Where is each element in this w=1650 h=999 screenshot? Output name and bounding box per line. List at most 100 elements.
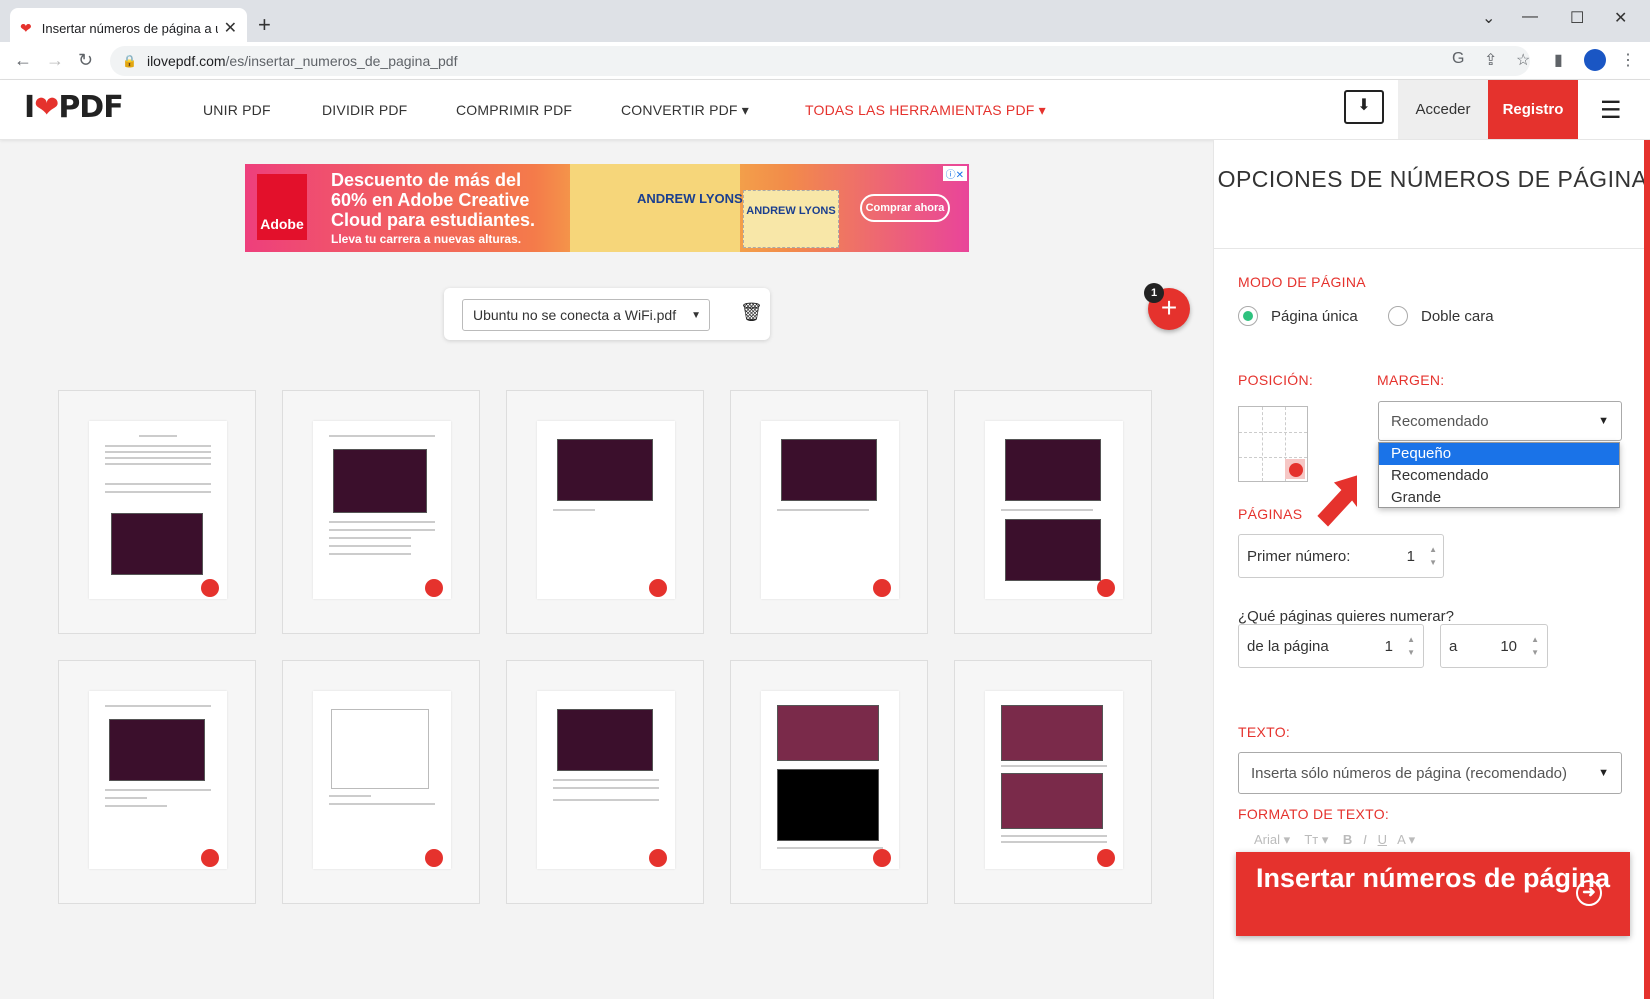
text-value: Inserta sólo números de página (recomend… — [1251, 764, 1568, 782]
double-side-label[interactable]: Doble cara — [1421, 308, 1494, 325]
format-toolbar[interactable]: Arial ▾ Tт ▾ B I U A ▾ — [1254, 832, 1415, 848]
trash-icon[interactable]: 🗑 — [740, 302, 763, 323]
page-thumbnail[interactable] — [954, 390, 1152, 634]
ad-info-icon[interactable]: ⓘ✕ — [942, 166, 967, 181]
stepper-icon[interactable]: ▲ ▼ — [1429, 543, 1437, 569]
page-thumbnail[interactable] — [506, 390, 704, 634]
ad-banner[interactable]: Adobe Descuento de más del 60% en Adobe … — [245, 164, 969, 252]
profile-avatar[interactable] — [1584, 49, 1606, 71]
margin-option-recommended[interactable]: Recomendado — [1379, 465, 1619, 487]
login-button[interactable]: Acceder — [1398, 80, 1488, 139]
more-icon[interactable]: ⋮ — [1620, 50, 1636, 70]
minimize-icon[interactable]: — — [1522, 8, 1538, 26]
first-number-value[interactable]: 1 — [1407, 548, 1415, 565]
nav-todas-herramientas[interactable]: TODAS LAS HERRAMIENTAS PDF ▾ — [805, 102, 1046, 119]
page-preview — [89, 421, 227, 599]
page-preview — [89, 691, 227, 869]
which-pages-question: ¿Qué páginas quieres numerar? — [1238, 608, 1454, 625]
to-page-label: a — [1449, 638, 1458, 655]
page-number-marker — [873, 579, 891, 597]
caret-down-icon: ▼ — [1598, 767, 1609, 779]
page-thumbnail[interactable] — [58, 390, 256, 634]
forward-icon[interactable]: → — [46, 50, 64, 71]
page-number-marker — [1097, 849, 1115, 867]
margin-option-small[interactable]: Pequeño — [1379, 443, 1619, 465]
lock-icon: 🔒 — [122, 54, 137, 68]
stepper-icon[interactable]: ▲ ▼ — [1531, 633, 1539, 659]
caret-down-icon: ▼ — [1598, 415, 1609, 427]
margin-dropdown: Pequeño Recomendado Grande — [1378, 442, 1620, 508]
page-number-marker — [425, 579, 443, 597]
page-mode-label: MODO DE PÁGINA — [1238, 274, 1366, 290]
text-select[interactable]: Inserta sólo números de página (recomend… — [1238, 752, 1622, 794]
ad-person-image — [570, 164, 740, 252]
first-number-field[interactable]: Primer número: 1 ▲ ▼ — [1238, 534, 1444, 578]
star-icon[interactable]: ☆ — [1516, 50, 1530, 70]
nav-comprimir-pdf[interactable]: COMPRIMIR PDF — [456, 102, 572, 118]
page-thumbnail[interactable] — [506, 660, 704, 904]
page-thumbnail[interactable] — [730, 390, 928, 634]
margin-select[interactable]: Recomendado ▼ — [1378, 401, 1622, 441]
margin-option-large[interactable]: Grande — [1379, 487, 1619, 509]
ad-subline: Lleva tu carrera a nuevas alturas. — [331, 232, 522, 246]
page-number-marker — [201, 849, 219, 867]
font-select[interactable]: Arial — [1254, 832, 1280, 847]
ilovepdf-logo[interactable]: I❤PDF — [24, 90, 124, 125]
ad-cta-button[interactable]: Comprar ahora — [860, 194, 950, 222]
from-page-field[interactable]: de la página 1 ▲ ▼ — [1238, 624, 1424, 668]
position-grid[interactable] — [1238, 406, 1308, 482]
scrollbar[interactable] — [1644, 140, 1650, 999]
page-thumbnail[interactable] — [282, 390, 480, 634]
page-thumbnail[interactable] — [954, 660, 1152, 904]
to-page-field[interactable]: a 10 ▲ ▼ — [1440, 624, 1548, 668]
insert-page-numbers-button[interactable]: Insertar números de página ➜ — [1236, 852, 1630, 936]
url-domain: ilovepdf.com — [146, 53, 226, 69]
reload-icon[interactable]: ↻ — [78, 50, 93, 71]
file-select[interactable]: Ubuntu no se conecta a WiFi.pdf ▼ — [462, 299, 710, 331]
tab-search-icon[interactable]: ⌄ — [1482, 8, 1495, 28]
ad-card: ANDREW LYONS — [743, 190, 839, 248]
maximize-icon[interactable]: ☐ — [1570, 8, 1584, 28]
google-icon[interactable]: G — [1452, 50, 1464, 68]
ad-name: ANDREW LYONS — [637, 191, 743, 206]
page-thumbnail[interactable] — [282, 660, 480, 904]
divider — [1214, 248, 1650, 249]
stepper-icon[interactable]: ▲ ▼ — [1407, 633, 1415, 659]
single-page-label[interactable]: Página única — [1271, 308, 1358, 325]
page-preview — [761, 691, 899, 869]
arrow-right-circle-icon: ➜ — [1576, 880, 1602, 906]
nav-convertir-pdf[interactable]: CONVERTIR PDF ▾ — [621, 102, 749, 119]
url-path: /es/insertar_numeros_de_pagina_pdf — [225, 53, 458, 69]
double-side-radio[interactable] — [1388, 306, 1408, 326]
page-number-marker — [425, 849, 443, 867]
hamburger-menu-icon[interactable]: ☰ — [1600, 96, 1622, 125]
url-field[interactable]: 🔒 ilovepdf.com/es/insertar_numeros_de_pa… — [110, 46, 1530, 76]
from-page-value[interactable]: 1 — [1385, 638, 1393, 655]
close-tab-icon[interactable]: ✕ — [224, 18, 237, 38]
insert-button-label: Insertar números de página — [1255, 863, 1611, 893]
adobe-logo: Adobe — [257, 174, 307, 240]
logo-i: I — [24, 90, 35, 125]
page-thumbnail[interactable] — [730, 660, 928, 904]
heart-favicon-icon: ❤ — [20, 19, 32, 36]
page-number-marker — [649, 579, 667, 597]
new-tab-icon[interactable]: + — [258, 12, 271, 38]
margin-label: MARGEN: — [1377, 372, 1445, 388]
nav-unir-pdf[interactable]: UNIR PDF — [203, 102, 271, 118]
options-title: OPCIONES DE NÚMEROS DE PÁGINA — [1217, 166, 1648, 192]
page-number-marker — [1097, 579, 1115, 597]
back-icon[interactable]: ← — [14, 50, 32, 71]
nav-dividir-pdf[interactable]: DIVIDIR PDF — [322, 102, 407, 118]
to-page-value[interactable]: 10 — [1500, 638, 1517, 655]
chevron-down-icon: ▼ — [691, 310, 701, 321]
share-icon[interactable]: ⇪ — [1484, 50, 1497, 70]
window-close-icon[interactable]: ✕ — [1614, 8, 1627, 28]
sidepanel-icon[interactable]: ▮ — [1554, 50, 1563, 70]
signup-button[interactable]: Registro — [1488, 80, 1578, 139]
from-page-label: de la página — [1247, 638, 1329, 655]
logo-pdf: PDF — [58, 90, 123, 125]
page-thumbnail[interactable] — [58, 660, 256, 904]
desktop-download-icon[interactable]: ⬇ — [1344, 90, 1384, 124]
tab-title: Insertar números de página a un — [41, 20, 218, 36]
single-page-radio[interactable] — [1238, 306, 1258, 326]
